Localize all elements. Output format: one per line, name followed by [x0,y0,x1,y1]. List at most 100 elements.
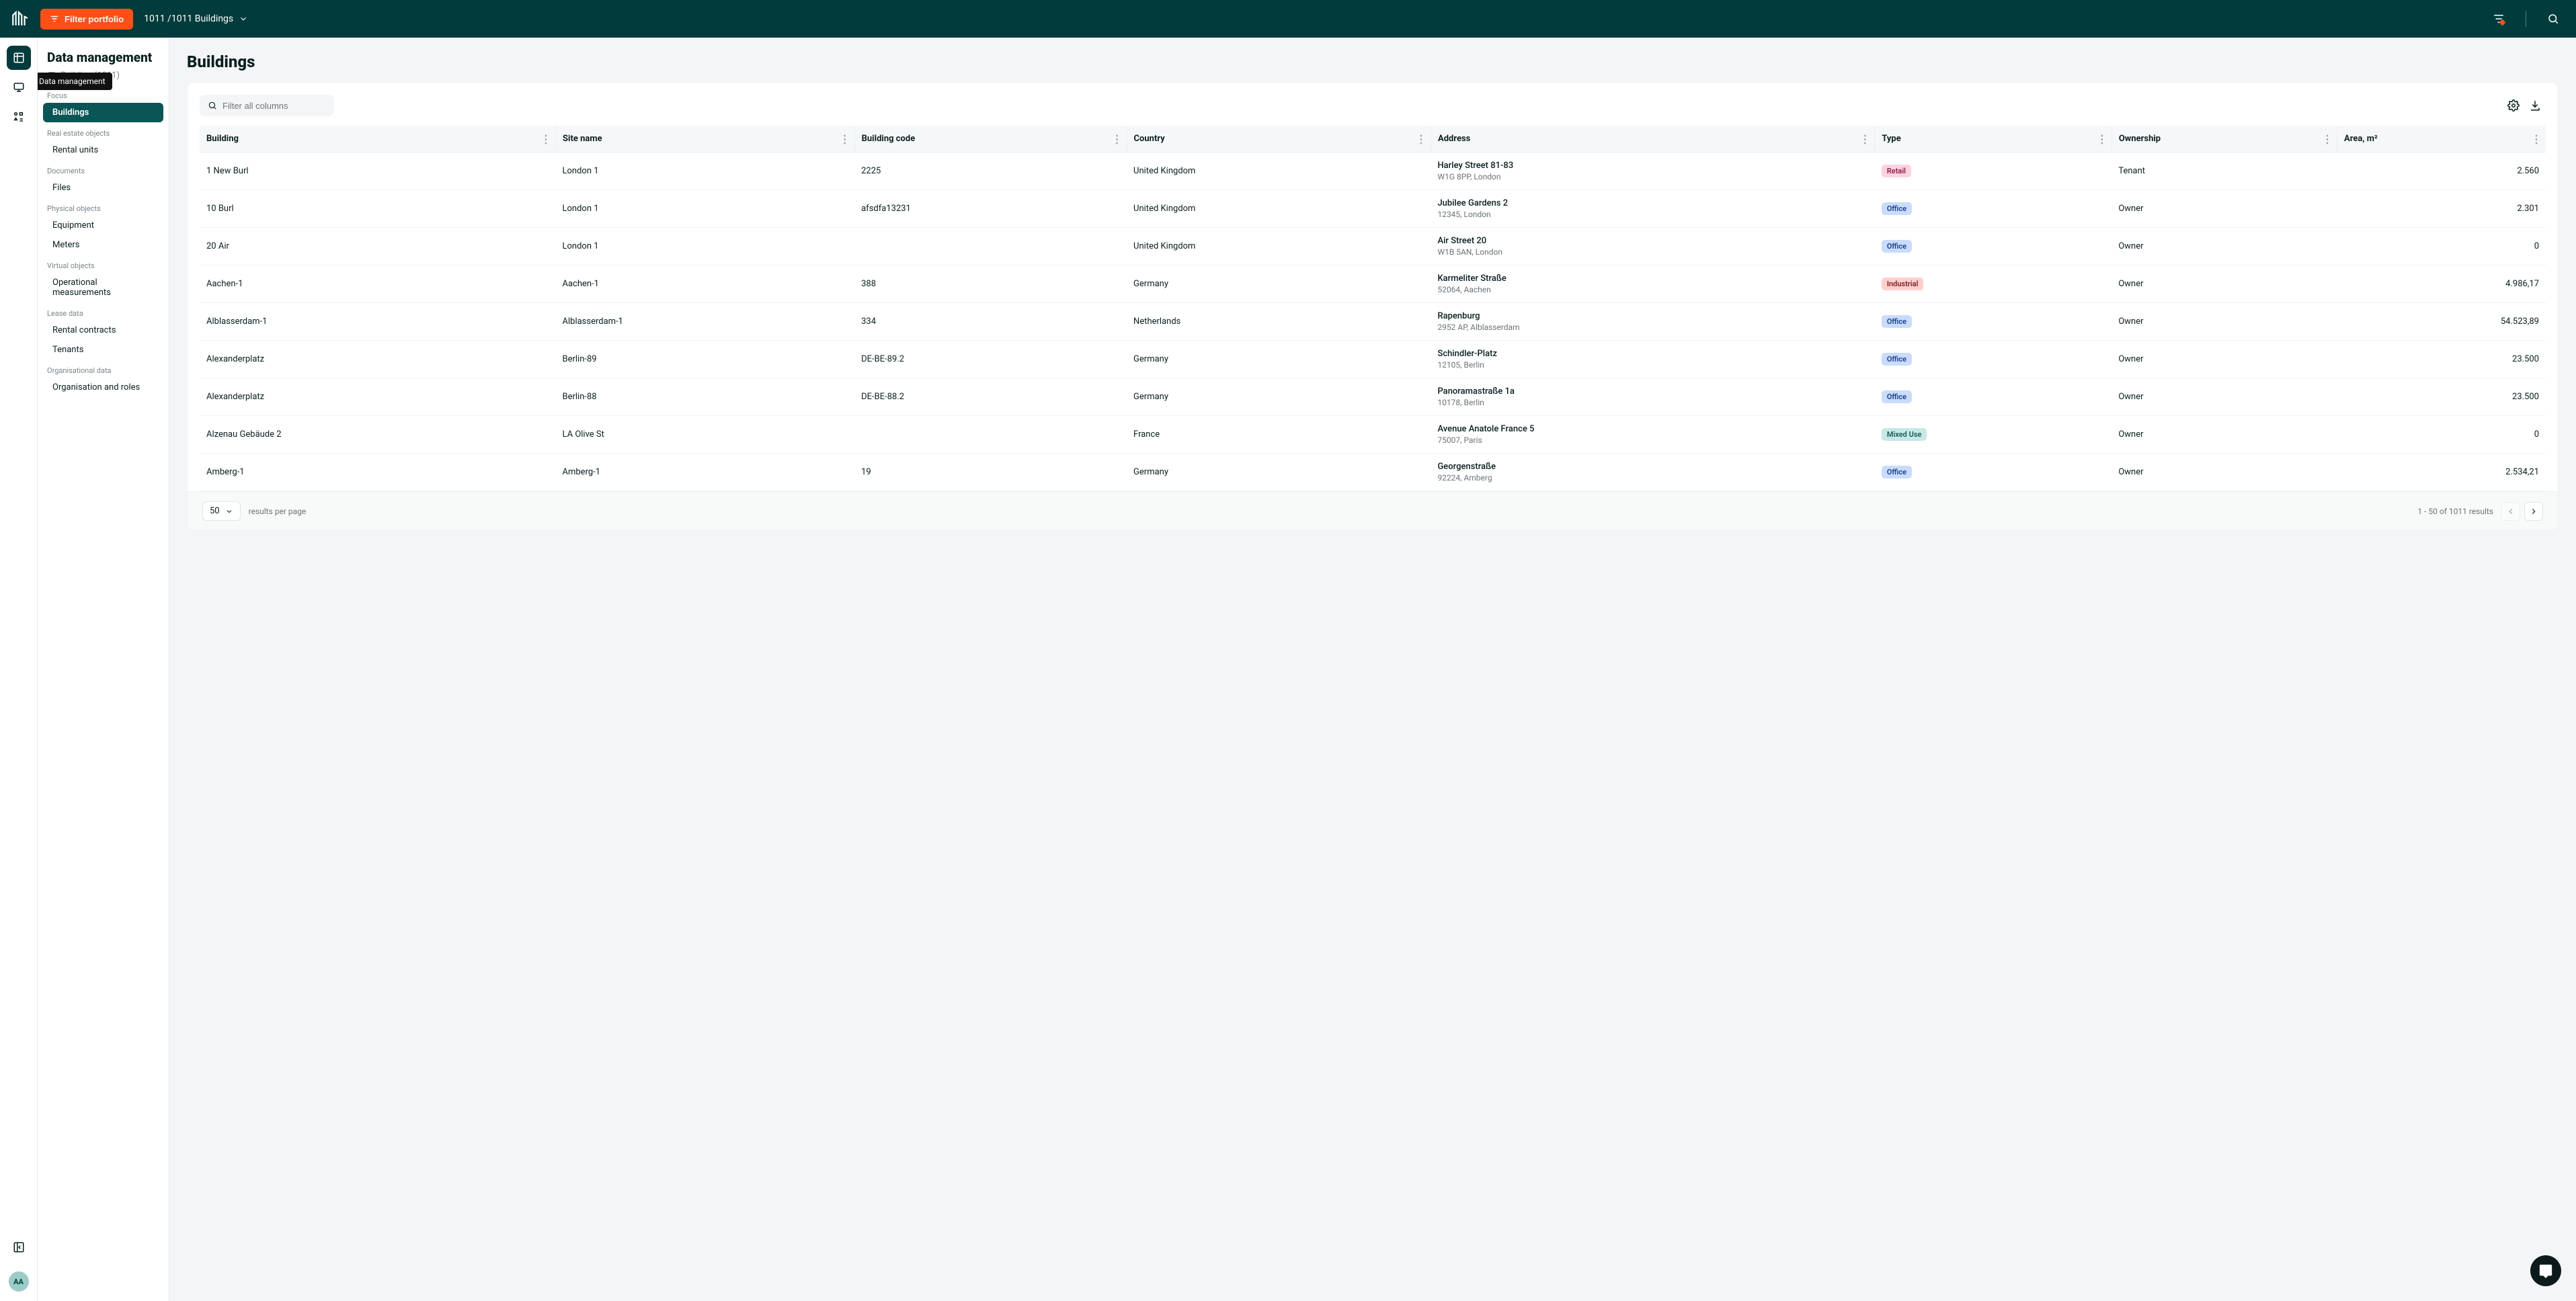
column-header[interactable]: Address⋮ [1431,126,1874,153]
type-badge: Office [1882,390,1912,403]
column-header[interactable]: Building⋮ [200,126,556,153]
avatar[interactable]: AA [9,1271,29,1292]
pager-prev-button[interactable] [2501,502,2520,521]
column-menu-icon[interactable]: ⋮ [2322,132,2333,145]
filter-alert-icon[interactable] [2487,7,2511,31]
table-cell: 54.523,89 [2337,303,2546,341]
table-cell: Owner [2111,228,2337,265]
filter-portfolio-button[interactable]: Filter portfolio [40,9,133,30]
sidebar-item[interactable]: Rental units [43,140,163,160]
sidebar-section-label: Organisational data [43,360,163,378]
portfolio-count-dropdown[interactable]: 1011 /1011 Buildings [144,13,248,24]
rail-data-management[interactable] [7,46,31,70]
table-cell: Office [1875,341,2112,378]
sidebar-item[interactable]: Operational measurements [43,273,163,302]
search-icon[interactable] [2541,7,2565,31]
filter-portfolio-label: Filter portfolio [65,14,124,24]
per-page-value: 50 [210,506,220,516]
table-cell: Mixed Use [1875,416,2112,454]
column-menu-icon[interactable]: ⋮ [2531,132,2542,145]
type-badge: Office [1882,315,1912,328]
per-page-select[interactable]: 50 [202,501,241,521]
table-row[interactable]: 1 New BurlLondon 12225United KingdomHarl… [200,153,2546,190]
column-header[interactable]: Site name⋮ [556,126,855,153]
toolbar [200,95,2546,116]
column-header[interactable]: Ownership⋮ [2111,126,2337,153]
table-cell: Office [1875,303,2112,341]
type-badge: Office [1882,202,1912,215]
table-cell [854,228,1127,265]
column-menu-icon[interactable]: ⋮ [840,132,850,145]
column-header[interactable]: Area, m²⋮ [2337,126,2546,153]
table-cell: Owner [2111,454,2337,491]
column-header[interactable]: Type⋮ [1875,126,2112,153]
sidebar-item[interactable]: Tenants [43,340,163,360]
sidebar-item[interactable]: Meters [43,235,163,255]
column-menu-icon[interactable]: ⋮ [1112,132,1123,145]
table-cell: Office [1875,190,2112,228]
table-row[interactable]: AlexanderplatzBerlin-89DE-BE-89.2Germany… [200,341,2546,378]
table-cell: 20 Air [200,228,556,265]
table-cell: Karmeliter Straße52064, Aachen [1431,265,1874,303]
download-icon[interactable] [2524,95,2546,116]
table-cell: 23.500 [2337,378,2546,416]
table-cell: Retail [1875,153,2112,190]
table-row[interactable]: Amberg-1Amberg-119GermanyGeorgenstraße92… [200,454,2546,491]
tooltip: Data management [38,73,112,90]
sidebar-title: Data management [43,50,163,71]
table-cell: Germany [1127,454,1431,491]
search-input[interactable] [223,101,326,111]
table-cell: Office [1875,228,2112,265]
table-row[interactable]: 20 AirLondon 1United KingdomAir Street 2… [200,228,2546,265]
table-cell: Germany [1127,265,1431,303]
column-header[interactable]: Building code⋮ [854,126,1127,153]
table-row[interactable]: Alblasserdam-1Alblasserdam-1334Netherlan… [200,303,2546,341]
table-cell: 1 New Burl [200,153,556,190]
sidebar-item[interactable]: Equipment [43,216,163,235]
sidebar-item[interactable]: Organisation and roles [43,378,163,397]
search-box[interactable] [200,95,334,116]
table-cell: France [1127,416,1431,454]
help-fab[interactable] [2530,1255,2561,1286]
buildings-table: Building⋮Site name⋮Building code⋮Country… [200,126,2546,491]
column-menu-icon[interactable]: ⋮ [1859,132,1870,145]
pager-next-button[interactable] [2524,502,2543,521]
sidebar: Data management Building (1011) Data man… [38,38,169,1301]
table-cell: Georgenstraße92224, Amberg [1431,454,1874,491]
table-cell: Netherlands [1127,303,1431,341]
table-row[interactable]: Aachen-1Aachen-1388GermanyKarmeliter Str… [200,265,2546,303]
column-header[interactable]: Country⋮ [1127,126,1431,153]
sidebar-item[interactable]: Files [43,178,163,198]
type-badge: Mixed Use [1882,428,1927,441]
rail-monitor[interactable] [7,75,31,99]
rail-collapse[interactable] [7,1235,31,1259]
table-row[interactable]: AlexanderplatzBerlin-88DE-BE-88.2Germany… [200,378,2546,416]
sidebar-item[interactable]: Rental contracts [43,321,163,340]
table-cell: 2.301 [2337,190,2546,228]
rail-apps[interactable] [7,105,31,129]
table-cell: Industrial [1875,265,2112,303]
table-cell: London 1 [556,190,855,228]
column-menu-icon[interactable]: ⋮ [540,132,551,145]
table-cell: Alzenau Gebäude 2 [200,416,556,454]
type-badge: Retail [1882,165,1911,177]
table-cell: London 1 [556,228,855,265]
column-menu-icon[interactable]: ⋮ [2097,132,2107,145]
content-card: Building⋮Site name⋮Building code⋮Country… [187,82,2559,531]
settings-icon[interactable] [2503,95,2524,116]
table-cell: 0 [2337,228,2546,265]
table-cell: Owner [2111,416,2337,454]
pager-summary: 1 - 50 of 1011 results [2417,507,2493,516]
pagination-bar: 50 results per page 1 - 50 of 1011 resul… [188,491,2558,530]
table-cell: Panoramastraße 1a10178, Berlin [1431,378,1874,416]
table-cell: Owner [2111,303,2337,341]
table-row[interactable]: 10 BurlLondon 1afsdfa13231United Kingdom… [200,190,2546,228]
sidebar-item[interactable]: Buildings [43,103,163,122]
table-cell: 10 Burl [200,190,556,228]
avatar-initials: AA [13,1277,24,1286]
column-menu-icon[interactable]: ⋮ [1416,132,1426,145]
table-row[interactable]: Alzenau Gebäude 2LA Olive StFranceAvenue… [200,416,2546,454]
table-cell: 2.534,21 [2337,454,2546,491]
table-cell: Avenue Anatole France 575007, Paris [1431,416,1874,454]
table-cell: Alexanderplatz [200,341,556,378]
